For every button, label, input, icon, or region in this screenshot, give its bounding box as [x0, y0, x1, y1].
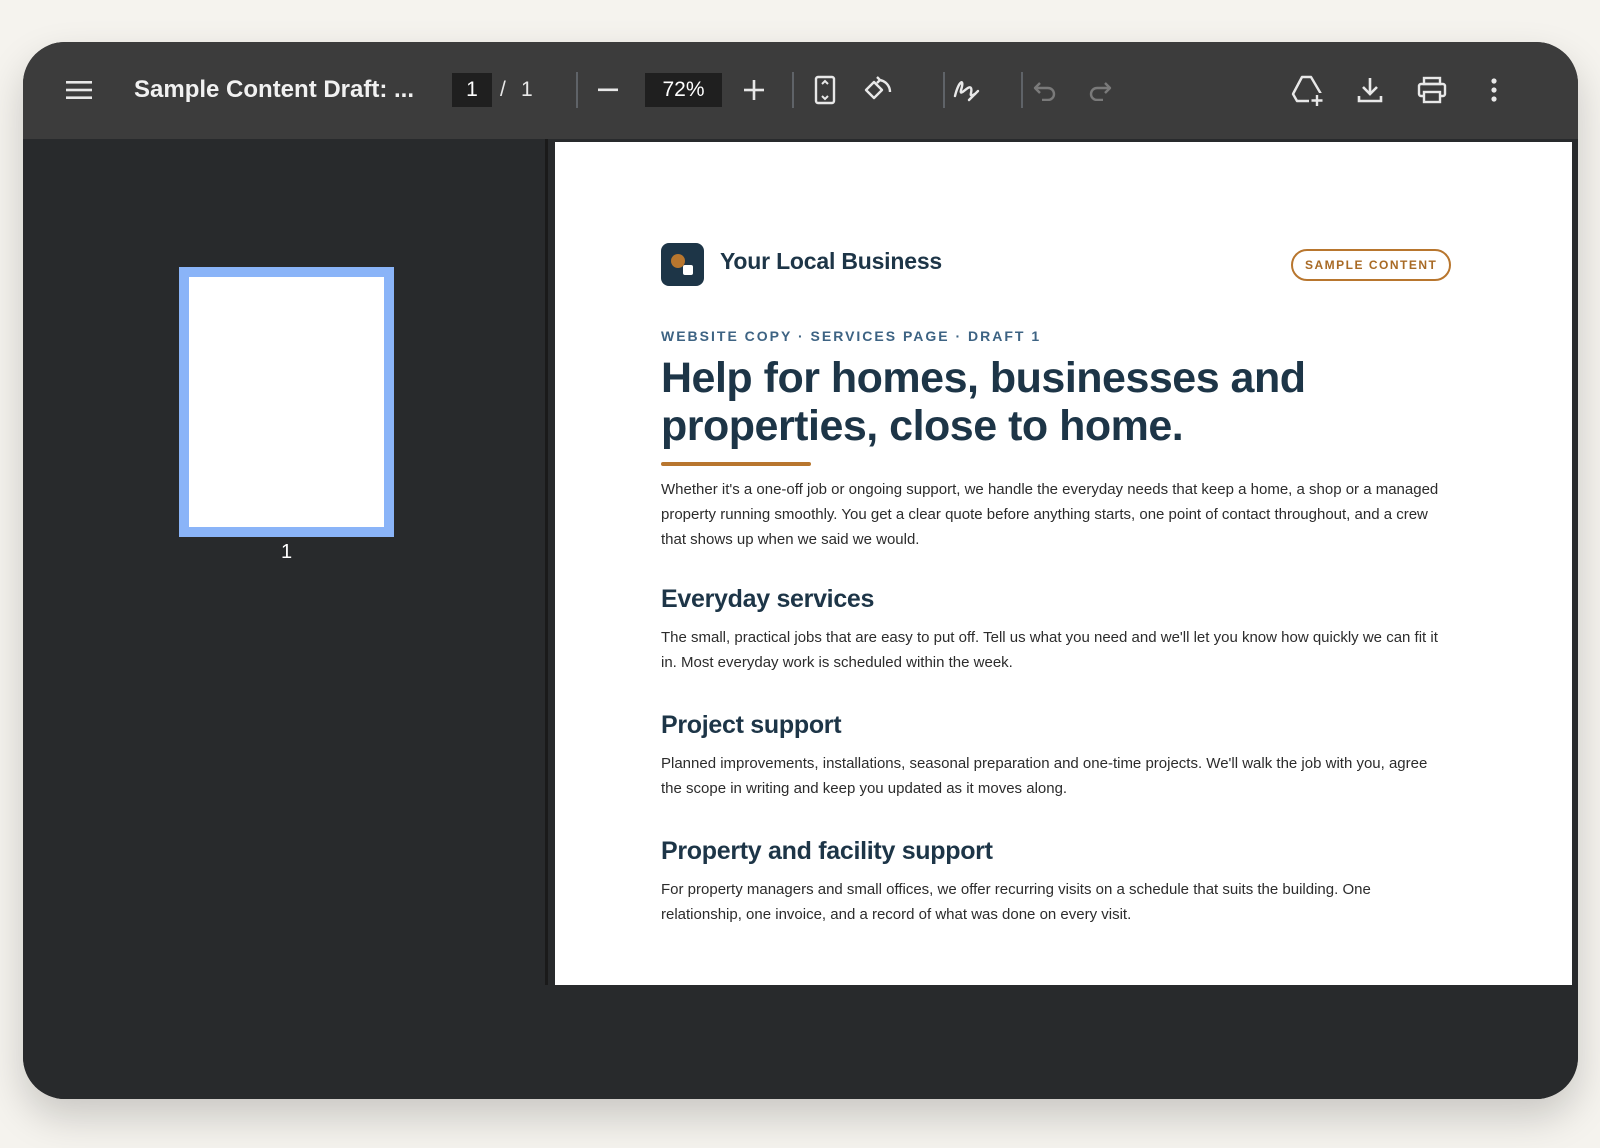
- section-heading: Project support: [661, 711, 842, 739]
- thumbnail-label: 1: [280, 541, 293, 563]
- undo-icon[interactable]: [1027, 72, 1063, 108]
- toolbar-divider: [576, 72, 578, 108]
- page-thumbnail[interactable]: [179, 267, 394, 537]
- section-body: For property managers and small offices,…: [661, 881, 1371, 923]
- intro-paragraph: Whether it's a one-off job or ongoing su…: [661, 481, 1439, 548]
- page-separator: /: [500, 78, 506, 101]
- thumbnail-sidebar: 1: [23, 139, 545, 985]
- download-icon[interactable]: [1351, 71, 1389, 109]
- toolbar-divider: [792, 72, 794, 108]
- accent-rule: [661, 462, 811, 466]
- section-heading: Property and facility support: [661, 837, 993, 865]
- document-viewport[interactable]: Your Local Business SAMPLE CONTENT WEBSI…: [548, 139, 1578, 985]
- toolbar: Sample Content Draft: ... 1 / 1 72%: [23, 42, 1578, 139]
- add-to-drive-icon[interactable]: [1289, 71, 1327, 109]
- plus-icon: [744, 80, 764, 100]
- section-body: Planned improvements, installations, sea…: [661, 755, 1428, 797]
- thumbnail-preview: [189, 277, 384, 527]
- section-body: The small, practical jobs that are easy …: [661, 629, 1438, 671]
- viewer-bottom-area: [23, 985, 1578, 1099]
- print-icon[interactable]: [1413, 71, 1451, 109]
- sample-content-badge: SAMPLE CONTENT: [1291, 249, 1452, 281]
- page-headline: Help for homes, businesses and propertie…: [661, 354, 1306, 450]
- zoom-level-input[interactable]: 72%: [645, 73, 722, 107]
- document-title: Sample Content Draft: ...: [134, 76, 415, 103]
- eyebrow-label: WEBSITE COPY · SERVICES PAGE · DRAFT 1: [661, 328, 1042, 344]
- pdf-viewer-window: Sample Content Draft: ... 1 / 1 72% 1 Yo…: [23, 42, 1578, 1099]
- fit-page-icon[interactable]: [807, 72, 843, 108]
- toolbar-divider: [1021, 72, 1023, 108]
- current-page-input[interactable]: 1: [452, 73, 492, 107]
- zoom-in-button[interactable]: [736, 72, 772, 108]
- document-page: Your Local Business SAMPLE CONTENT WEBSI…: [555, 142, 1572, 985]
- total-pages: 1: [521, 78, 533, 101]
- redo-icon[interactable]: [1082, 72, 1118, 108]
- minus-icon: [598, 88, 618, 92]
- business-logo: [661, 243, 704, 286]
- business-name: Your Local Business: [720, 248, 942, 274]
- toolbar-divider: [943, 72, 945, 108]
- more-vert-icon[interactable]: [1475, 71, 1513, 109]
- rotate-icon[interactable]: [860, 72, 896, 108]
- section-heading: Everyday services: [661, 585, 875, 613]
- annotate-pen-icon[interactable]: [948, 72, 984, 108]
- menu-icon[interactable]: [61, 72, 97, 108]
- zoom-out-button[interactable]: [590, 72, 626, 108]
